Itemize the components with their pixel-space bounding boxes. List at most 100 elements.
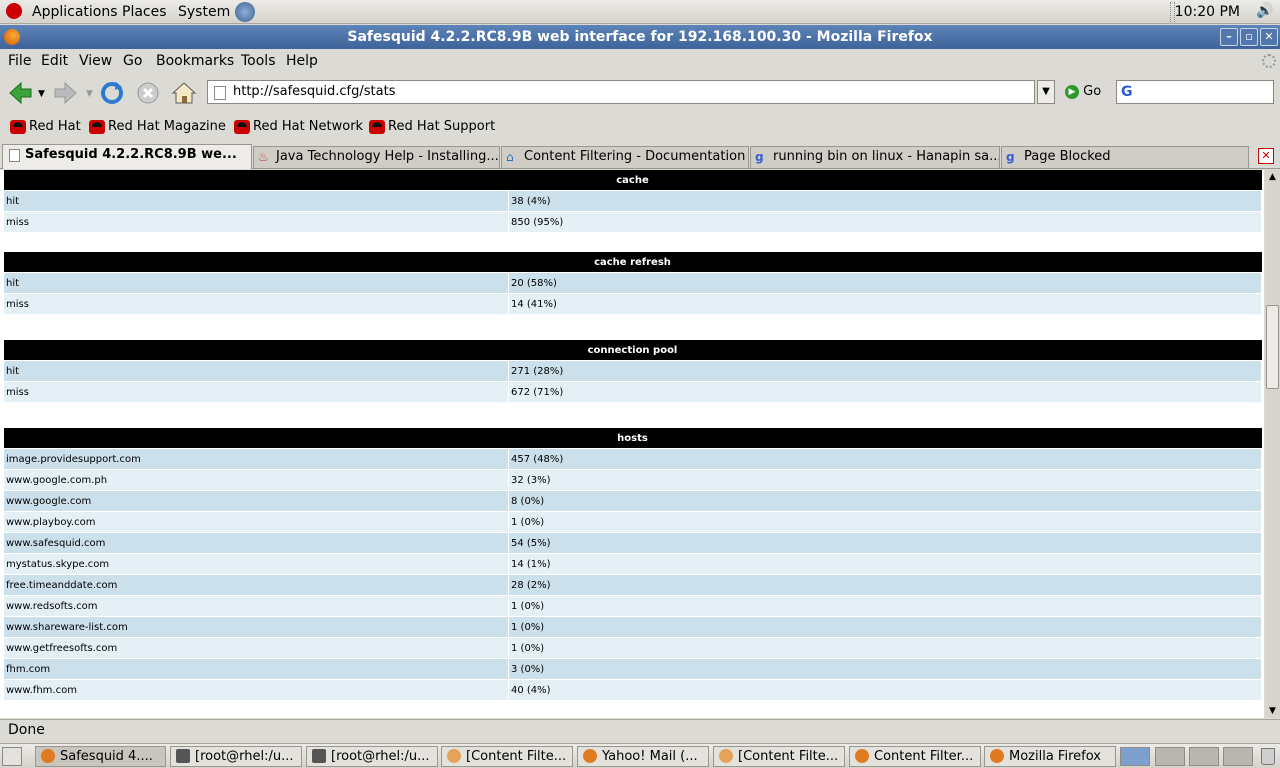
bookmark-red-hat-magazine[interactable]: Red Hat Magazine <box>89 119 226 134</box>
taskbar-item-content-filter-1[interactable]: [Content Filte... <box>441 746 573 767</box>
taskbar: Safesquid 4.... [root@rhel:/u... [root@r… <box>0 743 1280 768</box>
table-row: hit 38 (4%) <box>3 190 1262 212</box>
menu-tools[interactable]: Tools <box>241 53 276 69</box>
firefox-icon <box>990 749 1004 763</box>
row-key: www.google.com <box>3 490 509 512</box>
row-key: hit <box>3 190 509 212</box>
cache-refresh-table: cache refresh hit 20 (58%) miss 14 (41%) <box>3 252 1262 315</box>
hosts-table: hosts image.providesupport.com 457 (48%) … <box>3 428 1262 701</box>
google-search-engine-icon[interactable]: G <box>1121 84 1133 100</box>
url-bar[interactable]: http://safesquid.cfg/stats <box>207 80 1035 104</box>
network-globe-icon[interactable] <box>235 2 255 22</box>
workspace-1[interactable] <box>1120 747 1150 766</box>
row-key: miss <box>3 293 509 315</box>
row-value: 8 (0%) <box>508 490 1262 512</box>
forward-history-dropdown[interactable]: ▼ <box>86 89 93 99</box>
back-arrow-icon[interactable] <box>6 79 34 107</box>
firefox-icon[interactable] <box>4 29 20 45</box>
scroll-up-arrow-icon[interactable]: ▲ <box>1265 170 1280 184</box>
scroll-down-arrow-icon[interactable]: ▼ <box>1265 704 1280 718</box>
workspace-3[interactable] <box>1189 747 1219 766</box>
menu-view[interactable]: View <box>79 53 112 69</box>
table-row: free.timeanddate.com 28 (2%) <box>3 574 1262 596</box>
taskbar-item-terminal-2[interactable]: [root@rhel:/u... <box>306 746 438 767</box>
section-title: cache refresh <box>3 252 1262 273</box>
taskbar-item-content-filter-3[interactable]: Content Filter... <box>849 746 981 767</box>
applications-menu[interactable]: Applications <box>32 4 118 20</box>
show-desktop-icon[interactable] <box>2 747 22 766</box>
scrollbar-thumb[interactable] <box>1266 305 1279 389</box>
tab-safesquid[interactable]: Safesquid 4.2.2.RC8.9B we... <box>2 144 252 169</box>
tab-content-filtering[interactable]: ⌂ Content Filtering - Documentation <box>501 146 749 168</box>
back-history-dropdown[interactable]: ▼ <box>38 89 45 99</box>
tab-running-bin[interactable]: g running bin on linux - Hanapin sa... <box>750 146 1000 168</box>
workspace-4[interactable] <box>1223 747 1253 766</box>
trash-icon[interactable] <box>1261 748 1275 765</box>
search-input[interactable]: G <box>1116 80 1274 104</box>
taskbar-item-content-filter-2[interactable]: [Content Filte... <box>713 746 845 767</box>
page-content: cache hit 38 (4%) miss 850 (95%) cache ref… <box>0 170 1264 718</box>
row-value: 28 (2%) <box>508 574 1262 596</box>
page-icon <box>9 149 20 162</box>
home-icon[interactable] <box>170 79 198 107</box>
taskbar-item-yahoo-mail[interactable]: Yahoo! Mail (... <box>577 746 709 767</box>
taskbar-item-mozilla-firefox[interactable]: Mozilla Firefox <box>984 746 1116 767</box>
google-icon: g <box>755 150 764 164</box>
window-titlebar[interactable]: Safesquid 4.2.2.RC8.9B web interface for… <box>0 25 1280 49</box>
table-row: www.redsofts.com 1 (0%) <box>3 595 1262 617</box>
redhat-logo-icon[interactable] <box>6 3 22 19</box>
throbber-icon <box>1262 54 1276 68</box>
workspace-2[interactable] <box>1155 747 1185 766</box>
tab-java-help[interactable]: ♨ Java Technology Help - Installing... <box>253 146 500 168</box>
top-panel: Applications Places System 10:20 PM 🔊 <box>0 0 1280 24</box>
places-menu[interactable]: Places <box>122 4 167 20</box>
redhat-bookmark-icon <box>89 119 105 134</box>
task-label: Yahoo! Mail (... <box>602 749 698 764</box>
minimize-button[interactable]: – <box>1220 28 1238 46</box>
firefox-icon <box>583 749 597 763</box>
redhat-bookmark-icon <box>234 119 250 134</box>
taskbar-item-safesquid[interactable]: Safesquid 4.... <box>35 746 166 767</box>
tab-label: Java Technology Help - Installing... <box>276 149 499 164</box>
table-row: www.google.com 8 (0%) <box>3 490 1262 512</box>
house-icon: ⌂ <box>506 150 514 164</box>
system-menu[interactable]: System <box>178 4 230 20</box>
bookmark-red-hat[interactable]: Red Hat <box>10 119 81 134</box>
table-row: www.safesquid.com 54 (5%) <box>3 532 1262 554</box>
reload-icon[interactable] <box>98 79 126 107</box>
close-window-button[interactable]: ✕ <box>1260 28 1278 46</box>
firefox-icon <box>41 749 55 763</box>
row-value: 20 (58%) <box>508 272 1262 294</box>
row-value: 14 (41%) <box>508 293 1262 315</box>
row-key: www.getfreesofts.com <box>3 637 509 659</box>
row-key: miss <box>3 211 509 233</box>
menu-edit[interactable]: Edit <box>41 53 68 69</box>
bookmark-red-hat-support[interactable]: Red Hat Support <box>369 119 495 134</box>
stop-icon[interactable] <box>134 79 162 107</box>
volume-icon[interactable]: 🔊 <box>1256 3 1273 19</box>
table-row: www.playboy.com 1 (0%) <box>3 511 1262 533</box>
row-key: www.safesquid.com <box>3 532 509 554</box>
forward-arrow-icon[interactable] <box>52 79 80 107</box>
menu-bookmarks[interactable]: Bookmarks <box>156 53 234 69</box>
vertical-scrollbar[interactable]: ▲ ▼ <box>1265 170 1280 718</box>
task-label: [root@rhel:/u... <box>331 749 430 764</box>
bookmark-red-hat-network[interactable]: Red Hat Network <box>234 119 363 134</box>
go-button[interactable]: ▶ Go <box>1065 84 1101 99</box>
tab-page-blocked[interactable]: g Page Blocked <box>1001 146 1249 168</box>
firefox-icon <box>855 749 869 763</box>
taskbar-item-terminal-1[interactable]: [root@rhel:/u... <box>170 746 302 767</box>
clock[interactable]: 10:20 PM <box>1175 4 1240 20</box>
terminal-icon <box>176 749 190 763</box>
cache-table: cache hit 38 (4%) miss 850 (95%) <box>3 170 1262 233</box>
row-key: image.providesupport.com <box>3 448 509 470</box>
menu-file[interactable]: File <box>8 53 31 69</box>
close-tab-icon[interactable]: ✕ <box>1258 148 1274 164</box>
menu-go[interactable]: Go <box>123 53 142 69</box>
task-label: [Content Filte... <box>466 749 567 764</box>
url-history-dropdown[interactable]: ▼ <box>1037 80 1055 104</box>
maximize-button[interactable]: ▫ <box>1240 28 1258 46</box>
menu-help[interactable]: Help <box>286 53 318 69</box>
table-row: www.google.com.ph 32 (3%) <box>3 469 1262 491</box>
row-value: 14 (1%) <box>508 553 1262 575</box>
